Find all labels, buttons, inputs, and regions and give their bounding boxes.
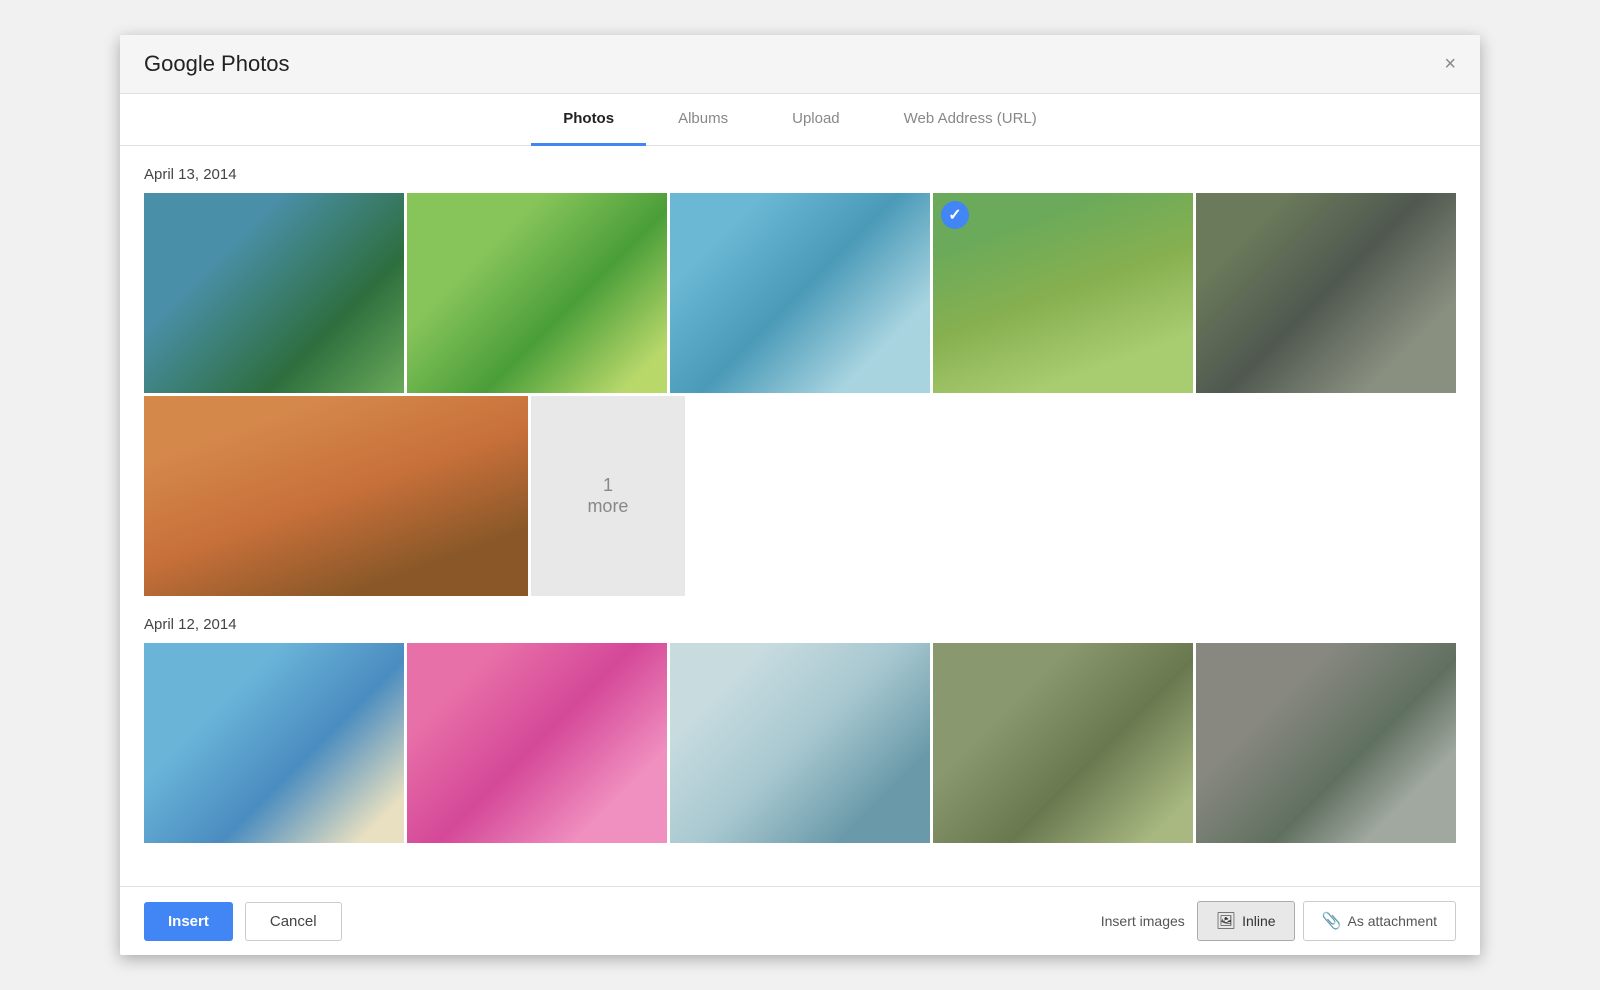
inline-button[interactable]: 🖼 Inline [1197, 901, 1295, 941]
tab-photos[interactable]: Photos [531, 94, 646, 146]
tab-web-address[interactable]: Web Address (URL) [872, 94, 1069, 146]
footer-actions-right: Insert images 🖼 Inline 📎 As attachment [1101, 901, 1456, 941]
date-label-april12: April 12, 2014 [144, 616, 1456, 633]
photo-item[interactable] [670, 193, 930, 393]
photo-row-3 [144, 643, 1456, 843]
insert-button[interactable]: Insert [144, 902, 233, 941]
tab-albums[interactable]: Albums [646, 94, 760, 146]
footer-actions-left: Insert Cancel [144, 902, 342, 941]
photo-item-selected[interactable]: ✓ [933, 193, 1193, 393]
photo-item[interactable] [1196, 193, 1456, 393]
more-label: more [587, 496, 628, 517]
attachment-label: As attachment [1348, 913, 1438, 929]
tab-upload[interactable]: Upload [760, 94, 872, 146]
photo-item[interactable] [407, 643, 667, 843]
content-area: April 13, 2014 ✓ [120, 146, 1480, 886]
attachment-icon: 📎 [1322, 911, 1342, 931]
photo-row-2: 1 more [144, 396, 1456, 596]
insert-images-label: Insert images [1101, 913, 1185, 929]
dialog-footer: Insert Cancel Insert images 🖼 Inline 📎 A… [120, 886, 1480, 955]
date-label-april13: April 13, 2014 [144, 166, 1456, 183]
close-button[interactable]: × [1444, 54, 1456, 90]
photo-item[interactable] [144, 396, 528, 596]
dialog-title: Google Photos [144, 51, 290, 93]
more-count: 1 [603, 475, 613, 496]
more-photos-cell[interactable]: 1 more [531, 396, 685, 596]
photo-item[interactable] [1196, 643, 1456, 843]
photo-item[interactable] [407, 193, 667, 393]
photo-item[interactable] [933, 643, 1193, 843]
photo-item[interactable] [144, 193, 404, 393]
attachment-button[interactable]: 📎 As attachment [1303, 901, 1456, 941]
inline-icon: 🖼 [1216, 911, 1236, 931]
inline-label: Inline [1242, 913, 1275, 929]
google-photos-dialog: Google Photos × Photos Albums Upload Web… [120, 35, 1480, 955]
tabs-bar: Photos Albums Upload Web Address (URL) [120, 94, 1480, 146]
photo-item[interactable] [144, 643, 404, 843]
selection-checkmark: ✓ [941, 201, 969, 229]
cancel-button[interactable]: Cancel [245, 902, 342, 941]
photo-row-1: ✓ [144, 193, 1456, 393]
photo-item[interactable] [670, 643, 930, 843]
dialog-header: Google Photos × [120, 35, 1480, 94]
